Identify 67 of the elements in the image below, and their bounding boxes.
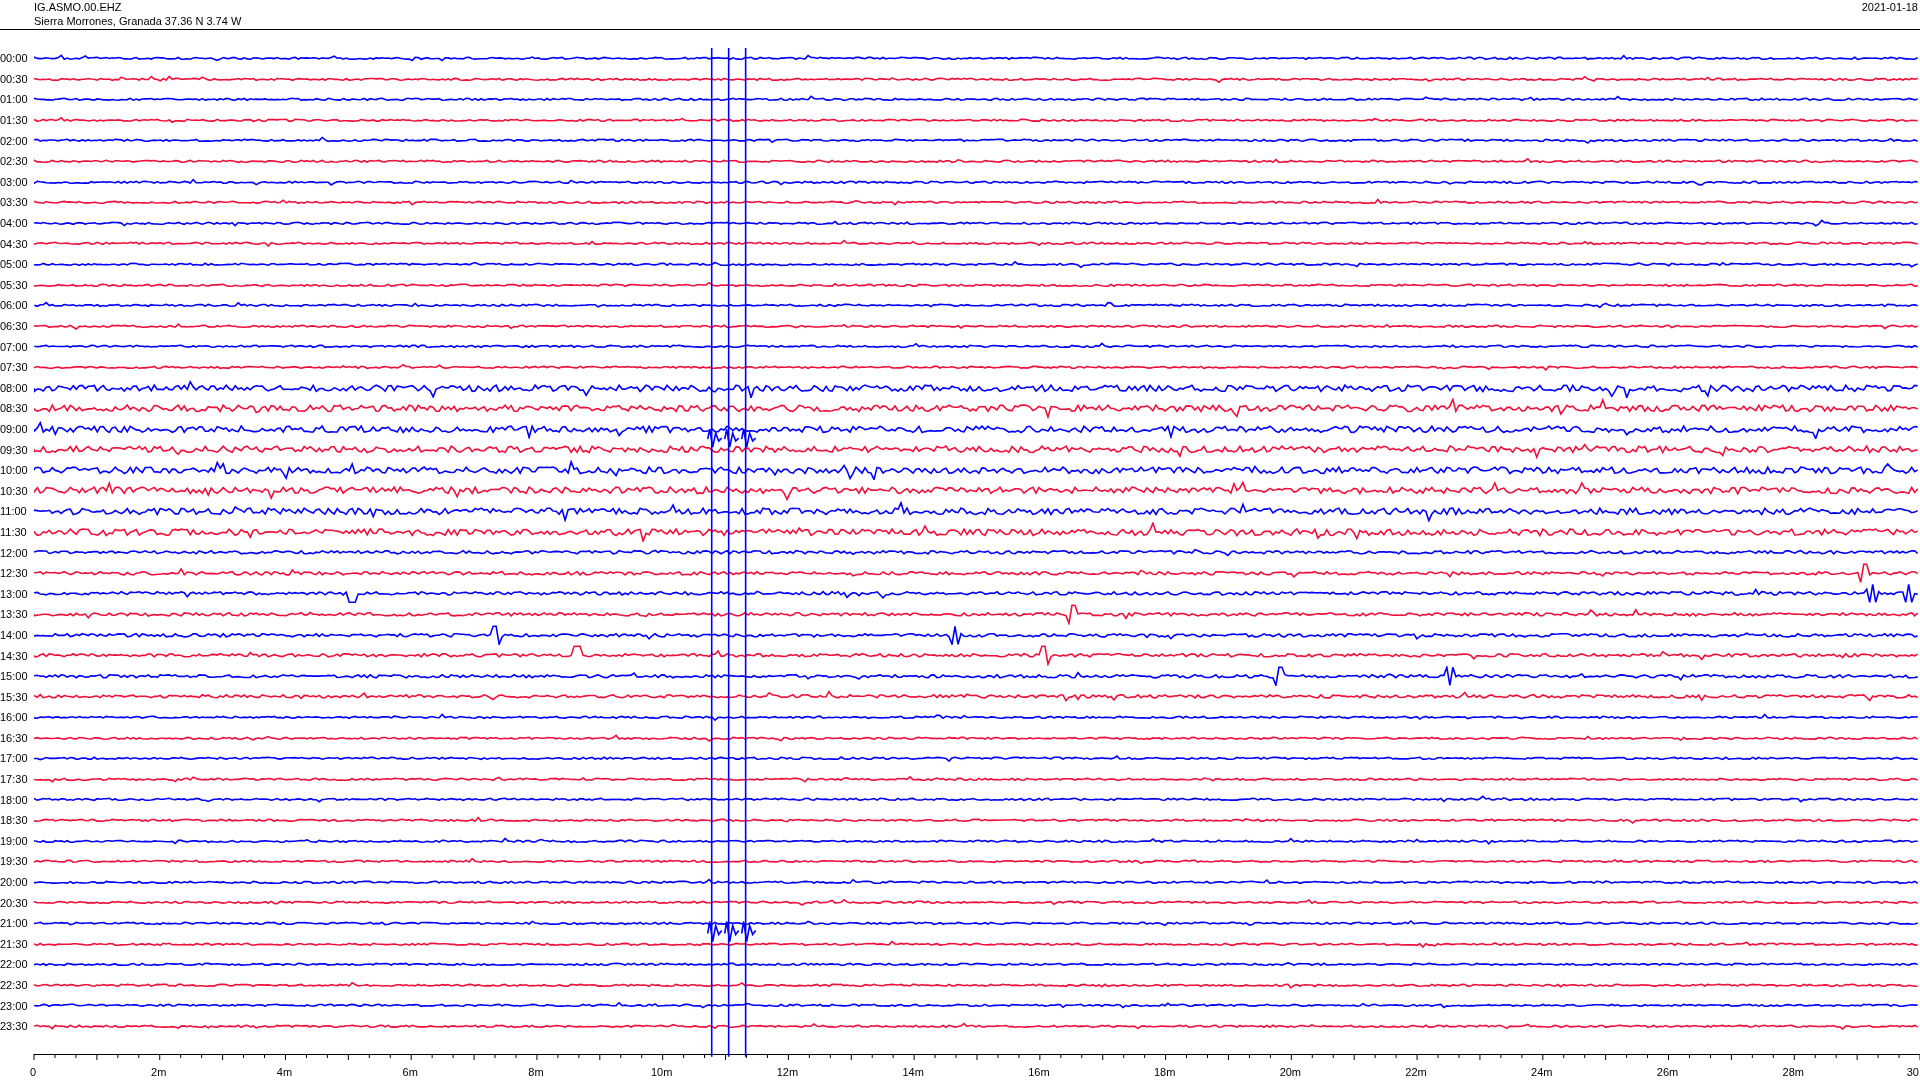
axis-label: 26m: [1656, 1065, 1679, 1078]
axis-label: 2m: [151, 1065, 167, 1078]
time-label: 17:00: [0, 752, 29, 765]
time-label: 15:00: [0, 670, 29, 683]
time-label: 20:00: [0, 876, 29, 889]
time-label: 19:30: [0, 855, 29, 868]
time-label: 20:30: [0, 896, 29, 909]
time-label: 14:00: [0, 628, 29, 641]
axis-label: 8m: [528, 1065, 544, 1078]
time-label: 07:00: [0, 340, 29, 353]
time-label: 10:30: [0, 484, 29, 497]
time-label: 01:30: [0, 114, 29, 127]
time-label: 02:00: [0, 134, 29, 147]
time-label: 23:30: [0, 1020, 29, 1033]
axis-label: 6m: [402, 1065, 418, 1078]
time-label: 16:30: [0, 731, 29, 744]
time-label: 06:00: [0, 299, 29, 312]
time-label: 04:00: [0, 217, 29, 230]
time-label: 12:30: [0, 567, 29, 580]
axis-label: 10m: [650, 1065, 673, 1078]
time-label: 01:00: [0, 93, 29, 106]
time-label: 00:00: [0, 52, 29, 65]
time-label: 13:00: [0, 587, 29, 600]
time-label: 15:30: [0, 690, 29, 703]
channel-code: IG.ASMO.00.EHZ: [34, 0, 123, 14]
axis-label: 20m: [1279, 1065, 1302, 1078]
axis-label: 14m: [902, 1065, 924, 1078]
time-label: 10:00: [0, 464, 29, 477]
time-label: 08:00: [0, 381, 29, 394]
time-label: 09:30: [0, 443, 29, 456]
time-label: 09:00: [0, 423, 29, 435]
time-label: 14:30: [0, 649, 29, 662]
time-label: 05:30: [0, 278, 29, 291]
axis-label: 16m: [1028, 1065, 1050, 1078]
time-label: 23:00: [0, 999, 29, 1012]
time-label: 16:00: [0, 711, 29, 724]
axis-label: 4m: [276, 1065, 293, 1078]
time-label: 00:30: [0, 72, 29, 85]
time-label: 13:30: [0, 608, 29, 621]
time-label: 11:00: [0, 505, 28, 518]
time-label: 05:00: [0, 258, 29, 271]
time-label: 18:00: [0, 793, 29, 806]
time-label: 11:30: [0, 525, 28, 538]
time-label: 06:30: [0, 320, 29, 332]
station-location: Sierra Morrones, Granada 37.36 N 3.74 W: [34, 14, 242, 28]
axis-label: 0: [29, 1065, 37, 1078]
axis-label: 30: [1906, 1065, 1919, 1078]
time-label: 08:30: [0, 402, 29, 415]
time-label: 21:00: [0, 917, 29, 930]
time-label: 22:30: [0, 979, 29, 991]
record-date: 2021-01-18: [1861, 0, 1919, 15]
axis-label: 24m: [1531, 1065, 1553, 1078]
time-label: 18:30: [0, 814, 29, 827]
time-label: 03:30: [0, 196, 29, 209]
time-label: 21:30: [0, 937, 29, 950]
axis-label: 22m: [1405, 1065, 1427, 1078]
time-label: 22:00: [0, 958, 29, 971]
time-label: 04:30: [0, 237, 29, 250]
axis-label: 28m: [1782, 1065, 1804, 1078]
time-label: 17:30: [0, 773, 29, 786]
time-label: 12:00: [0, 546, 29, 559]
axis-label: 12m: [776, 1065, 799, 1078]
axis-label: 18m: [1153, 1065, 1176, 1078]
time-label: 07:30: [0, 361, 29, 374]
time-label: 03:00: [0, 175, 29, 188]
time-label: 19:00: [0, 834, 29, 847]
time-label: 02:30: [0, 155, 29, 168]
